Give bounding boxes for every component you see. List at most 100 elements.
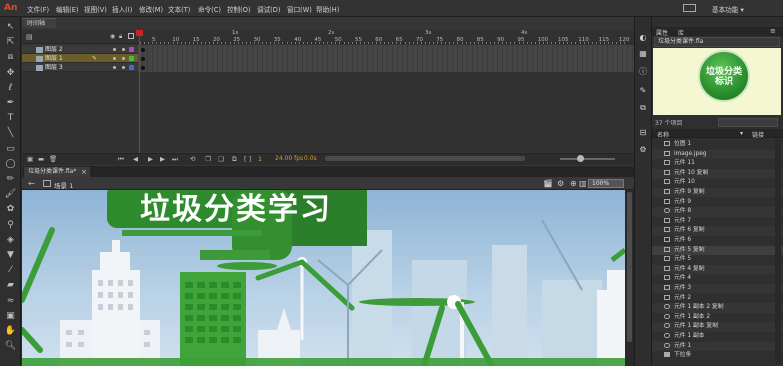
layer-lock-toggle[interactable] [122, 66, 125, 69]
layer-name[interactable]: 图层 1 [45, 54, 63, 63]
library-item[interactable]: 元件 8 [652, 207, 783, 217]
layer-name[interactable]: 图层 2 [45, 45, 63, 54]
zoom-tool-icon[interactable]: 🔍︎ [4, 340, 17, 353]
library-item[interactable]: 元件 10 复制 [652, 168, 783, 179]
new-folder-icon[interactable]: ▬ [38, 155, 44, 163]
menu-item[interactable]: 控制(O) [227, 4, 251, 14]
info-icon[interactable]: ⓘ [638, 67, 648, 77]
library-item[interactable]: 元件 11 [652, 159, 783, 168]
column-name[interactable]: 名称 [657, 130, 669, 139]
library-item[interactable]: 元件 1 副本 2 复制 [652, 303, 783, 313]
stage-canvas[interactable]: 垃圾分类学习 [22, 190, 625, 366]
frame-strip[interactable] [138, 63, 634, 72]
menu-item[interactable]: 文件(F) [27, 4, 49, 14]
next-frame-icon[interactable]: ▶ [160, 155, 165, 163]
rectangle-tool-icon[interactable]: ▭ [4, 143, 17, 156]
last-frame-icon[interactable]: ⏭ [172, 155, 178, 164]
pen-tool-icon[interactable]: ✒ [4, 97, 17, 110]
camera-tool-icon[interactable]: ▣ [4, 310, 17, 323]
library-item[interactable]: 元件 5 复制 [652, 245, 783, 255]
menu-item[interactable]: 插入(I) [112, 4, 132, 14]
color-icon[interactable]: ◐ [638, 33, 648, 43]
edit-scene-icon[interactable]: 🎬︎ [543, 179, 553, 188]
onion-outline-icon[interactable]: ❑ [218, 155, 224, 163]
pencil-tool-icon[interactable]: ✏ [4, 173, 17, 186]
eyedropper-icon[interactable]: ⁄ [4, 264, 17, 277]
free-transform-icon[interactable]: ⧈ [4, 51, 17, 64]
text-tool-icon[interactable]: T [4, 112, 17, 125]
menu-item[interactable]: 命令(C) [198, 4, 221, 14]
prev-frame-icon[interactable]: ◀ [133, 155, 138, 163]
layer-visibility-toggle[interactable] [113, 66, 116, 69]
onion-skin-icon[interactable]: ❐ [205, 155, 211, 163]
library-item[interactable]: image.jpeg [652, 149, 783, 159]
library-item[interactable]: 元件 9 复制 [652, 188, 783, 198]
width-tool-icon[interactable]: ≈ [4, 295, 17, 308]
panel-menu-icon[interactable]: ≡ [770, 27, 776, 35]
tab-library[interactable]: 库 [678, 28, 684, 37]
stage-vscroll-thumb[interactable] [627, 192, 632, 342]
oval-tool-icon[interactable]: ◯ [4, 158, 17, 171]
menu-item[interactable]: 窗口(W) [287, 4, 312, 14]
library-item[interactable]: 元件 6 [652, 236, 783, 245]
library-item[interactable]: 元件 1 副本 复制 [652, 322, 783, 332]
timeline-zoom-knob[interactable] [577, 155, 584, 162]
timeline-zoom-slider[interactable] [560, 158, 615, 160]
library-item[interactable]: 元件 1 [652, 341, 783, 351]
layer-outline-swatch[interactable] [129, 47, 134, 52]
menu-item[interactable]: 视图(V) [84, 4, 107, 14]
menu-item[interactable]: 文本(T) [168, 4, 190, 14]
library-item[interactable]: 元件 10 [652, 178, 783, 187]
paint-bucket-icon[interactable]: ◈ [4, 234, 17, 247]
frame-rate[interactable]: 24.00 fps [275, 155, 303, 162]
scene-name[interactable]: 场景 1 [54, 180, 73, 190]
onion-markers-icon[interactable]: [ ] [244, 155, 251, 163]
motion-icon[interactable]: ✎ [638, 86, 648, 96]
timeline-options-icon[interactable]: ▤ [26, 33, 33, 41]
zoom-select[interactable]: 100% [588, 179, 624, 188]
transform-icon[interactable]: ⧉ [638, 103, 648, 113]
menu-item[interactable]: 调试(D) [257, 4, 280, 14]
edit-symbol-icon[interactable]: ⚙ [557, 179, 564, 188]
library-item[interactable]: 位图 1 [652, 140, 783, 149]
tab-properties[interactable]: 属性 [656, 28, 668, 37]
outline-icon[interactable] [128, 33, 134, 39]
layer-lock-toggle[interactable] [122, 57, 125, 60]
menu-item[interactable]: 帮助(H) [316, 4, 339, 14]
layer-lock-toggle[interactable] [122, 48, 125, 51]
keyframe[interactable] [141, 66, 145, 70]
frame-strip[interactable] [138, 54, 634, 63]
selection-tool-icon[interactable]: ↖ [4, 21, 17, 34]
3d-rotation-icon[interactable]: ✥ [4, 67, 17, 80]
workspace-icon[interactable] [683, 4, 696, 12]
close-tab-icon[interactable]: × [81, 167, 87, 177]
brush-tool-icon[interactable]: 🖌︎ [4, 188, 17, 201]
layer-visibility-toggle[interactable] [113, 57, 116, 60]
library-item[interactable]: 元件 7 [652, 217, 783, 226]
eye-icon[interactable]: ◉ [110, 33, 115, 40]
lasso-tool-icon[interactable]: ℓ [4, 82, 17, 95]
playhead[interactable] [139, 30, 140, 160]
library-item[interactable]: 元件 9 [652, 198, 783, 207]
workspace-switcher[interactable]: 基本功能 ▾ [712, 4, 744, 14]
eraser-tool-icon[interactable]: ▰ [4, 279, 17, 292]
center-stage-icon[interactable]: ⊕ [570, 179, 577, 188]
timeline-tab[interactable]: 时间轴 [22, 18, 56, 28]
library-item[interactable]: 元件 3 [652, 284, 783, 294]
current-frame[interactable]: 1 [258, 155, 262, 163]
line-tool-icon[interactable]: ╲ [4, 127, 17, 140]
subselection-tool-icon[interactable]: ⇱ [4, 36, 17, 49]
ink-bottle-icon[interactable]: ▼ [4, 249, 17, 262]
column-linkage[interactable]: 链接 [752, 130, 764, 139]
frame-strip[interactable] [138, 45, 634, 54]
library-item[interactable]: 元件 4 复制 [652, 264, 783, 275]
layer-outline-swatch[interactable] [129, 56, 134, 61]
layer-name[interactable]: 图层 3 [45, 63, 63, 72]
library-item[interactable]: 元件 5 [652, 255, 783, 264]
library-item[interactable]: 元件 6 复制 [652, 226, 783, 236]
library-search-input[interactable] [718, 118, 778, 127]
library-item[interactable]: 元件 1 副本 2 [652, 313, 783, 322]
library-item[interactable]: 下拉条 [652, 351, 783, 360]
swatches-icon[interactable]: ▦ [638, 49, 648, 59]
timeline-hscrollbar[interactable] [325, 156, 525, 161]
